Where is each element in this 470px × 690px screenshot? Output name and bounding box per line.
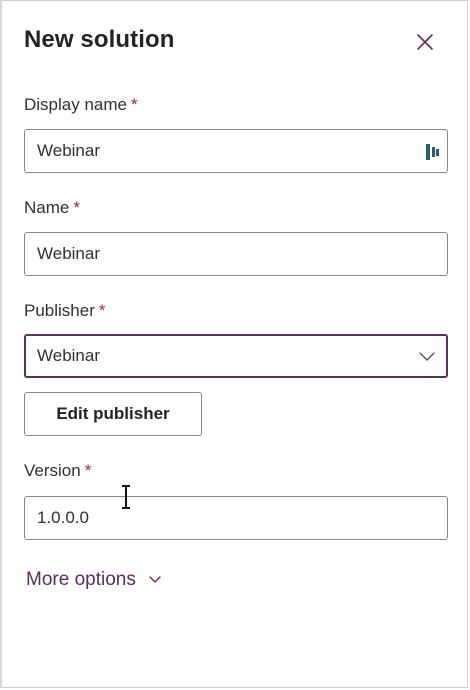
display-name-label: Display name * — [24, 95, 138, 114]
version-value: 1.0.0.0 — [37, 508, 89, 527]
edit-publisher-button[interactable]: Edit publisher — [24, 392, 202, 436]
new-solution-panel: New solution Display name * Webinar Name *… — [0, 0, 468, 688]
name-label: Name * — [24, 198, 80, 217]
more-options-link[interactable]: More options — [26, 569, 163, 591]
required-marker: * — [98, 301, 106, 320]
required-marker: * — [131, 95, 138, 114]
publisher-dropdown[interactable]: Webinar — [24, 334, 448, 378]
display-name-value: Webinar — [37, 141, 100, 160]
version-input[interactable]: 1.0.0.0 — [24, 496, 448, 540]
chevron-down-icon — [149, 576, 161, 583]
panel-title: New solution — [24, 26, 175, 53]
name-value: Webinar — [37, 244, 100, 263]
name-input[interactable]: Webinar — [24, 232, 448, 276]
text-cursor-icon — [122, 485, 130, 509]
chevron-down-icon — [419, 352, 435, 361]
password-manager-icon[interactable] — [425, 143, 441, 161]
required-marker: * — [73, 198, 80, 217]
required-marker: * — [84, 461, 92, 480]
display-name-input[interactable]: Webinar — [24, 129, 448, 173]
version-label: Version * — [24, 461, 92, 480]
publisher-value: Webinar — [37, 346, 100, 365]
close-icon[interactable] — [413, 30, 437, 54]
publisher-label: Publisher * — [24, 301, 106, 320]
